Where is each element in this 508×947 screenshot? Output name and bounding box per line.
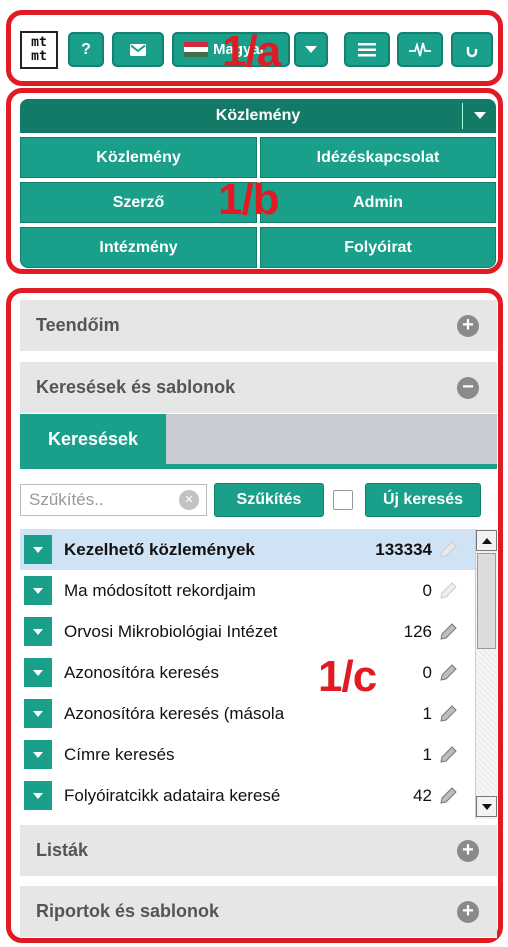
pencil-icon[interactable] <box>438 540 458 560</box>
filter-checkbox[interactable] <box>333 490 353 510</box>
tab-searches[interactable]: Keresések <box>20 414 166 464</box>
record-type-kozlemeny-button[interactable]: Közlemény <box>20 137 257 178</box>
pencil-icon[interactable] <box>438 786 458 806</box>
panel-searches-templates[interactable]: Keresések és sablonok − <box>20 362 497 414</box>
list-item[interactable]: Ma módosított rekordjaim 0 <box>20 570 475 611</box>
search-name: Azonosítóra keresés (másola <box>64 703 285 723</box>
refresh-icon <box>466 46 478 57</box>
search-count: 1 <box>422 703 432 723</box>
annotation-label-b: 1/b <box>218 175 280 224</box>
pencil-icon[interactable] <box>438 663 458 683</box>
collapse-minus-icon[interactable]: − <box>457 377 479 399</box>
button-label: Új keresés <box>382 491 464 508</box>
button-label: Szerző <box>112 193 165 211</box>
saved-searches-list: Kezelhető közlemények 133334 Ma módosíto… <box>20 529 497 819</box>
chevron-down-icon <box>481 803 492 810</box>
panel-title: Keresések és sablonok <box>36 377 236 397</box>
expand-arrow-button[interactable] <box>24 576 52 605</box>
record-type-admin-button[interactable]: Admin <box>260 182 496 223</box>
button-label: Közlemény <box>96 148 181 166</box>
mtmt-logo[interactable]: mt mt <box>20 31 58 69</box>
panel-title: Listák <box>36 840 89 860</box>
menu-button[interactable] <box>344 32 390 67</box>
new-search-button[interactable]: Új keresés <box>365 483 481 517</box>
expand-plus-icon[interactable]: + <box>457 840 479 862</box>
search-name: Kezelhető közlemények <box>64 539 255 559</box>
pulse-icon <box>409 41 431 56</box>
search-name: Azonosítóra keresés <box>64 662 219 682</box>
search-count: 1 <box>422 744 432 764</box>
scroll-down-arrow[interactable] <box>476 796 497 817</box>
panel-reports[interactable]: Riportok és sablonok + <box>20 886 497 938</box>
button-label: Folyóirat <box>344 238 412 256</box>
record-type-folyoirat-button[interactable]: Folyóirat <box>260 227 496 268</box>
button-label: Intézmény <box>99 238 178 256</box>
expand-arrow-button[interactable] <box>24 535 52 564</box>
annotation-label-a: 1/a <box>222 27 281 76</box>
search-name: Orvosi Mikrobiológiai Intézet <box>64 621 278 641</box>
button-label: Admin <box>353 193 403 211</box>
language-dropdown-button[interactable] <box>294 32 328 67</box>
search-count: 42 <box>413 785 432 805</box>
list-item[interactable]: Azonosítóra keresés 0 <box>20 652 475 693</box>
expand-plus-icon[interactable]: + <box>457 315 479 337</box>
pencil-icon[interactable] <box>438 622 458 642</box>
activity-button[interactable] <box>397 32 443 67</box>
list-item[interactable]: Címre keresés 1 <box>20 734 475 775</box>
pencil-icon[interactable] <box>438 581 458 601</box>
annotation-label-c: 1/c <box>318 652 377 701</box>
mail-button[interactable] <box>112 32 164 67</box>
logo-line-1: mt <box>31 35 47 50</box>
refresh-button[interactable] <box>451 32 493 67</box>
help-icon: ? <box>81 40 91 58</box>
chevron-down-icon <box>473 112 486 119</box>
search-name: Címre keresés <box>64 744 175 764</box>
button-label: Idézéskapcsolat <box>316 148 440 166</box>
panel-lists[interactable]: Listák + <box>20 825 497 877</box>
chevron-down-icon <box>305 45 317 53</box>
panel-title: Teendőim <box>36 315 120 335</box>
pencil-icon[interactable] <box>438 745 458 765</box>
panel-title: Riportok és sablonok <box>36 901 220 921</box>
list-item[interactable]: Kezelhető közlemények 133334 <box>20 529 475 570</box>
filter-button[interactable]: Szűkítés <box>214 483 324 517</box>
expand-arrow-button[interactable] <box>24 699 52 728</box>
search-name: Ma módosított rekordjaim <box>64 580 256 600</box>
record-type-dropdown[interactable] <box>462 103 496 129</box>
expand-arrow-button[interactable] <box>24 658 52 687</box>
search-name: Folyóiratcikk adataira keresé <box>64 785 281 805</box>
pencil-icon[interactable] <box>438 704 458 724</box>
help-button[interactable]: ? <box>68 32 104 67</box>
scroll-up-arrow[interactable] <box>476 530 497 551</box>
list-item[interactable]: Folyóiratcikk adataira keresé 42 <box>20 775 475 816</box>
hungarian-flag-icon <box>184 41 208 58</box>
record-type-selected: Közlemény <box>215 107 301 124</box>
expand-arrow-button[interactable] <box>24 740 52 769</box>
clear-icon[interactable]: × <box>179 490 199 510</box>
expand-arrow-button[interactable] <box>24 781 52 810</box>
list-item[interactable]: Orvosi Mikrobiológiai Intézet 126 <box>20 611 475 652</box>
tab-label: Keresések <box>47 428 139 449</box>
list-item[interactable]: Azonosítóra keresés (másola 1 <box>20 693 475 734</box>
hamburger-icon <box>358 42 376 56</box>
search-count: 133334 <box>375 539 432 559</box>
expand-plus-icon[interactable]: + <box>457 901 479 923</box>
search-tabs: Keresések <box>20 414 497 469</box>
record-type-select[interactable]: Közlemény <box>20 99 496 133</box>
list-scrollbar[interactable] <box>475 529 497 819</box>
record-type-intezmeny-button[interactable]: Intézmény <box>20 227 257 268</box>
search-count: 0 <box>422 580 432 600</box>
scroll-thumb[interactable] <box>477 553 496 649</box>
record-type-idezeskapcsolat-button[interactable]: Idézéskapcsolat <box>260 137 496 178</box>
button-label: Szűkítés <box>236 491 302 508</box>
envelope-icon <box>130 43 146 56</box>
panel-todos[interactable]: Teendőim + <box>20 300 497 352</box>
logo-line-2: mt <box>31 49 47 64</box>
expand-arrow-button[interactable] <box>24 617 52 646</box>
search-count: 126 <box>403 621 432 641</box>
chevron-up-icon <box>481 537 492 544</box>
